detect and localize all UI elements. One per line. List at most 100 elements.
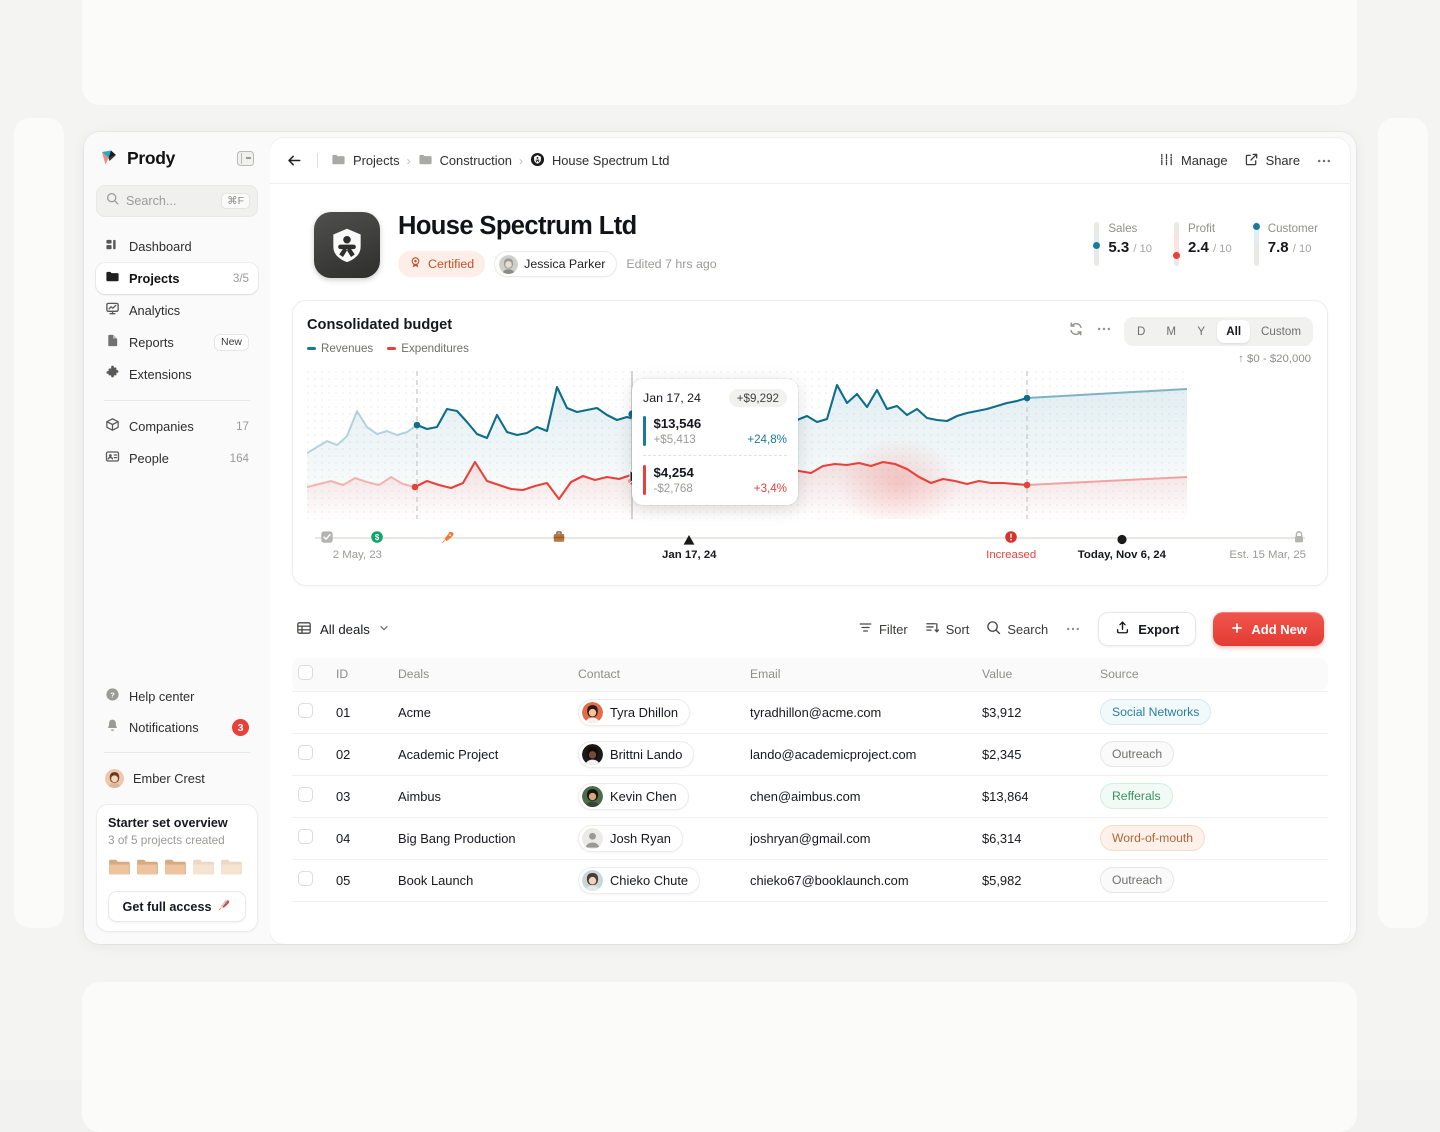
timeline-node-increased[interactable] — [1004, 530, 1018, 549]
source-tag[interactable]: Social Networks — [1100, 699, 1211, 725]
cell-source: Refferals — [1094, 775, 1328, 817]
cell-contact: Josh Ryan — [572, 817, 744, 859]
legend-label: Revenues — [321, 342, 373, 355]
sidebar-item-companies[interactable]: Companies 17 — [96, 411, 258, 442]
tooltip-values: $13,546 +$5,413 — [654, 416, 702, 446]
source-tag[interactable]: Refferals — [1100, 783, 1173, 809]
share-button[interactable]: Share — [1244, 152, 1300, 170]
source-tag[interactable]: Outreach — [1100, 741, 1174, 767]
panel-collapse-icon[interactable] — [237, 151, 254, 166]
column-header-source[interactable]: Source — [1094, 658, 1328, 691]
cell-deal: Acme — [392, 691, 572, 733]
sidebar-item-extensions[interactable]: Extensions — [96, 359, 258, 390]
column-header-contact[interactable]: Contact — [572, 658, 744, 691]
sidebar-item-people[interactable]: People 164 — [96, 443, 258, 474]
row-checkbox[interactable] — [298, 703, 313, 718]
starter-set-card: Starter set overview 3 of 5 projects cre… — [96, 804, 258, 932]
column-header-deals[interactable]: Deals — [392, 658, 572, 691]
timeline-node-launch[interactable] — [440, 530, 455, 550]
range-button-y[interactable]: Y — [1187, 320, 1215, 343]
sidebar-item-help-center[interactable]: ? Help center — [96, 681, 258, 712]
sort-icon — [925, 620, 940, 638]
search-input[interactable]: Search... ⌘F — [96, 185, 258, 217]
table-row[interactable]: 03 Aimbus Kevin Chen chen@aimbus.com $1 — [292, 775, 1328, 817]
contact-chip[interactable]: Chieko Chute — [578, 867, 700, 894]
contact-chip[interactable]: Brittni Lando — [578, 741, 694, 768]
contact-chip[interactable]: Kevin Chen — [578, 783, 689, 810]
cell-deal: Academic Project — [392, 733, 572, 775]
source-tag[interactable]: Outreach — [1100, 867, 1174, 893]
arrow-left-icon[interactable] — [284, 151, 304, 171]
add-new-button[interactable]: Add New — [1213, 612, 1324, 646]
view-selector[interactable]: All deals — [296, 620, 390, 639]
range-button-all[interactable]: All — [1217, 320, 1250, 343]
row-checkbox[interactable] — [298, 787, 313, 802]
sidebar-item-reports[interactable]: Reports New — [96, 327, 258, 358]
table-row[interactable]: 01 Acme Tyra Dhillon tyradhillon@acme.co… — [292, 691, 1328, 733]
cell-id: 02 — [330, 733, 392, 775]
sidebar-item-count: 17 — [236, 420, 249, 433]
brand[interactable]: Prody — [100, 148, 175, 169]
timeline-node-estimate[interactable] — [1292, 530, 1305, 549]
kpi-marker — [1173, 252, 1180, 259]
search-button[interactable]: Search — [986, 620, 1048, 638]
timeline-node-start[interactable] — [320, 530, 334, 549]
timeline-node-business[interactable] — [552, 530, 566, 549]
table-row[interactable]: 05 Book Launch Chieko Chute chieko67@boo… — [292, 859, 1328, 901]
export-button[interactable]: Export — [1098, 612, 1196, 646]
avatar — [582, 786, 603, 807]
timeline-node-current[interactable] — [683, 532, 695, 550]
refresh-icon[interactable] — [1068, 321, 1084, 342]
breadcrumb-item-house-spectrum-ltd[interactable]: House Spectrum Ltd — [530, 152, 670, 170]
avatar — [582, 870, 603, 891]
breadcrumb-item-construction[interactable]: Construction — [418, 152, 512, 170]
row-checkbox[interactable] — [298, 745, 313, 760]
sidebar-item-notifications[interactable]: Notifications 3 — [96, 712, 258, 743]
source-tag[interactable]: Word-of-mouth — [1100, 825, 1205, 851]
get-full-access-button[interactable]: Get full access — [108, 891, 246, 922]
sidebar-item-dashboard[interactable]: Dashboard — [96, 231, 258, 262]
contact-chip[interactable]: Tyra Dhillon — [578, 699, 690, 726]
sidebar-item-count: 164 — [230, 452, 249, 465]
cell-contact: Kevin Chen — [572, 775, 744, 817]
cell-id: 05 — [330, 859, 392, 901]
cell-source: Outreach — [1094, 733, 1328, 775]
breadcrumb-item-projects[interactable]: Projects — [331, 152, 400, 170]
more-horizontal-icon[interactable] — [1065, 621, 1081, 637]
table-toolbar: All deals Filter — [292, 612, 1328, 646]
select-all-checkbox[interactable] — [298, 665, 313, 680]
contact-chip[interactable]: Josh Ryan — [578, 825, 683, 852]
sidebar-item-projects[interactable]: Projects 3/5 — [96, 263, 258, 294]
more-horizontal-icon[interactable] — [1096, 321, 1112, 342]
row-checkbox[interactable] — [298, 871, 313, 886]
status-badge[interactable]: Certified — [398, 251, 485, 277]
avatar — [105, 769, 124, 788]
kpi-value: 5.3 / 10 — [1108, 239, 1152, 256]
manage-button[interactable]: Manage — [1159, 152, 1228, 170]
range-button-custom[interactable]: Custom — [1252, 320, 1310, 343]
sidebar-item-analytics[interactable]: Analytics — [96, 295, 258, 326]
avatar — [582, 828, 603, 849]
sort-button[interactable]: Sort — [925, 620, 970, 638]
timeline-node-funding[interactable]: $ — [370, 530, 384, 549]
project-owner[interactable]: Jessica Parker — [494, 251, 617, 277]
row-checkbox[interactable] — [298, 829, 313, 844]
page-title: House Spectrum Ltd — [398, 212, 717, 241]
column-header-value[interactable]: Value — [976, 658, 1094, 691]
sidebar-user[interactable]: Ember Crest — [96, 762, 258, 794]
table-row[interactable]: 04 Big Bang Production Josh Ryan joshrya… — [292, 817, 1328, 859]
export-label: Export — [1138, 622, 1179, 637]
decorative-card-top — [82, 0, 1357, 105]
column-header-email[interactable]: Email — [744, 658, 976, 691]
chart-tooltip: Jan 17, 24 +$9,292 $13,546 +$5,413 +24,8… — [632, 379, 798, 505]
table-row[interactable]: 02 Academic Project Brittni Lando lando@… — [292, 733, 1328, 775]
range-button-d[interactable]: D — [1127, 320, 1155, 343]
timeline-node-today[interactable] — [1116, 532, 1127, 550]
column-header-id[interactable]: ID — [330, 658, 392, 691]
search-shortcut: ⌘F — [221, 193, 250, 210]
filter-button[interactable]: Filter — [858, 620, 908, 638]
sliders-icon — [1159, 152, 1174, 170]
chart-range-note: ↑ $0 - $20,000 — [1238, 353, 1311, 365]
range-button-m[interactable]: M — [1157, 320, 1185, 343]
more-horizontal-icon[interactable] — [1316, 153, 1332, 169]
